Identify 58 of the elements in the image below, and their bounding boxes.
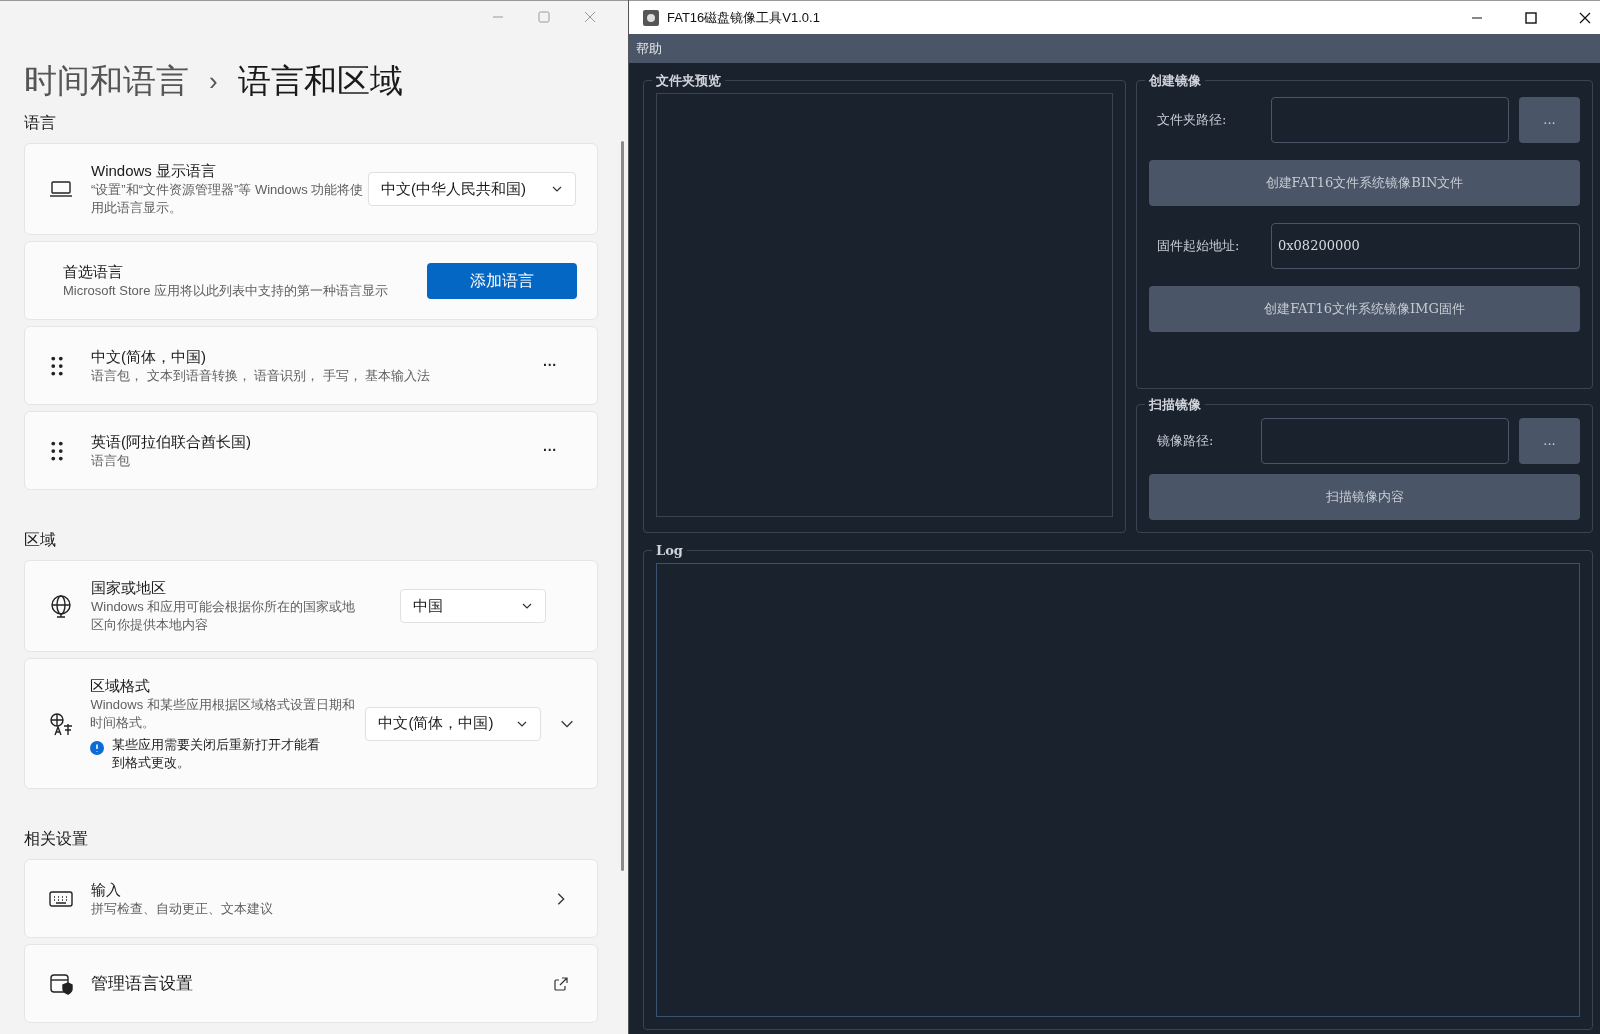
drag-handle-icon xyxy=(49,355,65,376)
section-title: 相关设置 xyxy=(24,829,89,849)
window-title: FAT16磁盘镜像工具V1.0.1 xyxy=(667,8,821,27)
card-title: 英语(阿拉伯联合酋长国) xyxy=(91,431,252,452)
breadcrumb-separator: › xyxy=(209,64,218,98)
shield-window-icon xyxy=(49,971,73,996)
folder-path-field[interactable] xyxy=(1271,96,1509,143)
create-bin-button[interactable]: 创建FAT16文件系统镜像BIN文件 xyxy=(1149,159,1580,206)
globe-icon xyxy=(49,594,73,618)
card-title: 首选语言 xyxy=(63,261,124,282)
card-description: Microsoft Store 应用将以此列表中支持的第一种语言显示 xyxy=(63,281,390,300)
field-label: 文件夹路径: xyxy=(1156,110,1228,129)
group-title: 创建镜像 xyxy=(1148,72,1202,90)
card-description: Windows 和某些应用根据区域格式设置日期和时间格式。 xyxy=(90,695,356,732)
drag-handle-icon xyxy=(49,440,65,461)
card-description: 拼写检查、自动更正、文本建议 xyxy=(91,899,274,918)
external-link-icon[interactable] xyxy=(553,975,569,992)
card-description: “设置”和“文件资源管理器”等 Windows 功能将使用此语言显示。 xyxy=(91,181,365,217)
section-title: 语言 xyxy=(24,113,57,133)
card-title: Windows 显示语言 xyxy=(91,161,218,181)
close-icon[interactable] xyxy=(1579,11,1591,24)
card-title: 区域格式 xyxy=(90,675,152,696)
group-title: Log xyxy=(655,542,684,560)
keyboard-icon xyxy=(49,888,73,909)
card-description: 语言包， 文本到语音转换， 语音识别， 手写， 基本输入法 xyxy=(91,366,432,385)
language-icon xyxy=(49,711,73,736)
laptop-icon xyxy=(49,179,73,199)
image-path-field[interactable] xyxy=(1261,418,1509,464)
card-description: Windows 和应用可能会根据你所在的国家或地区向你提供本地内容 xyxy=(91,598,357,634)
dropdown[interactable]: 中文(中华人民共和国) xyxy=(368,172,576,206)
scan-button[interactable]: 扫描镜像内容 xyxy=(1149,474,1580,520)
card-title: 国家或地区 xyxy=(91,578,167,598)
browse-button[interactable]: ... xyxy=(1519,418,1580,464)
dropdown[interactable]: 中国 xyxy=(400,589,546,623)
more-button[interactable]: ··· xyxy=(535,440,565,461)
scrollbar-thumb[interactable] xyxy=(621,141,624,871)
breadcrumb-parent[interactable]: 时间和语言 xyxy=(24,56,189,106)
section-title: 区域 xyxy=(24,530,57,550)
app-icon xyxy=(643,9,659,26)
note-text: 某些应用需要关闭后重新打开才能看到格式更改。 xyxy=(112,735,322,772)
maximize-icon[interactable] xyxy=(1525,11,1537,24)
address-field[interactable]: 0x08200000 xyxy=(1271,222,1580,269)
dropdown[interactable]: 中文(简体，中国) xyxy=(365,706,542,741)
card-title: 管理语言设置 xyxy=(91,973,194,994)
card-title: 中文(简体，中国) xyxy=(91,346,207,367)
card-description: 语言包 xyxy=(91,451,131,470)
group-title: 扫描镜像 xyxy=(1147,395,1202,414)
create-img-button[interactable]: 创建FAT16文件系统镜像IMG固件 xyxy=(1149,285,1580,332)
menu-item[interactable]: 帮助 xyxy=(635,38,663,59)
card-title: 输入 xyxy=(91,879,122,900)
browse-button[interactable]: ... xyxy=(1519,96,1580,143)
field-label: 镜像路径: xyxy=(1156,432,1215,451)
page-title: 语言和区域 xyxy=(237,61,403,102)
add-language-button[interactable]: 添加语言 xyxy=(427,262,577,299)
field-label: 固件起始地址: xyxy=(1156,236,1241,255)
group-title: 文件夹预览 xyxy=(655,72,722,90)
info-icon xyxy=(90,740,105,755)
more-button[interactable]: ··· xyxy=(535,355,565,376)
